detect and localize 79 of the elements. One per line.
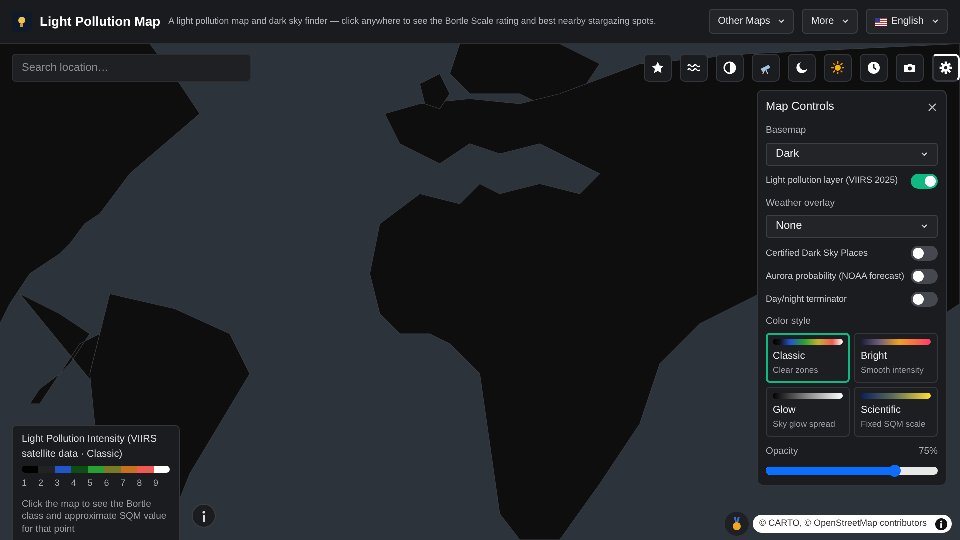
toolbar-button[interactable]	[788, 54, 816, 82]
dropdown-button[interactable]: Other Maps	[709, 9, 794, 34]
scale-number: 2	[38, 477, 44, 490]
slider-thumb[interactable]	[889, 464, 901, 477]
panel-title: Map Controls	[766, 100, 834, 115]
scale-number: 7	[120, 477, 127, 490]
toggle-label: Aurora probability (NOAA forecast)	[766, 270, 905, 283]
scale-number: 1	[22, 477, 28, 490]
toggle-label: Light pollution layer (VIIRS 2025)	[766, 174, 898, 188]
weather-label: Weather overlay	[766, 196, 836, 210]
search-field[interactable]: Search location…	[12, 54, 251, 82]
medal-icon	[732, 517, 742, 531]
medal-button[interactable]	[724, 512, 748, 536]
toggle-switch[interactable]	[911, 174, 938, 188]
app-title: Light Pollution Map	[40, 12, 161, 31]
style-name: Scientific	[861, 404, 902, 418]
opacity-label: Opacity	[766, 444, 798, 458]
toolbar-button[interactable]	[896, 54, 924, 82]
logo-icon	[12, 12, 32, 32]
caret-icon	[921, 152, 928, 156]
gradient-bar	[861, 392, 931, 399]
style-description: Sky glow spread	[773, 418, 836, 430]
toggle-switch[interactable]	[911, 246, 938, 261]
scale-number: 5	[88, 477, 94, 490]
style-name: Glow	[773, 404, 797, 418]
style-name: Classic	[773, 350, 806, 364]
clock-icon	[867, 61, 881, 75]
basemap-label: Basemap	[766, 124, 808, 138]
style-name: Bright	[861, 350, 888, 364]
style-description: Fixed SQM scale	[861, 418, 927, 430]
toolbar-button[interactable]	[644, 54, 672, 82]
scale-number: 8	[137, 477, 144, 490]
close-button[interactable]	[928, 102, 938, 113]
caret-icon	[932, 19, 939, 24]
camera-icon	[903, 61, 917, 75]
dropdown-button[interactable]: More	[802, 9, 858, 34]
info-icon[interactable]	[935, 518, 948, 530]
toggle-switch[interactable]	[911, 292, 938, 307]
style-description: Smooth intensity	[861, 364, 925, 377]
gradient-bar	[861, 339, 931, 345]
info-button[interactable]	[192, 504, 216, 528]
color-style-option[interactable]: Glow Sky glow spread	[766, 386, 850, 436]
caret-icon	[921, 224, 928, 229]
weather-select[interactable]: None	[766, 214, 938, 238]
scale-number: 6	[104, 477, 110, 490]
toggle-label: Certified Dark Sky Places	[766, 246, 868, 260]
section-label: Color style	[766, 314, 812, 329]
caret-icon	[842, 19, 850, 24]
crescent-moon-icon	[795, 61, 809, 75]
legend-note: Click the map to see the Bortle class and approximate SQM value for that point	[22, 498, 168, 537]
toolbar-button[interactable]	[716, 54, 744, 82]
gradient-bar	[773, 392, 843, 399]
opacity-value: 75%	[918, 444, 938, 458]
scale-number: 4	[71, 477, 78, 490]
attribution-text: © CARTO, © OpenStreetMap contributors	[760, 517, 927, 530]
sun-icon	[831, 61, 845, 75]
toggle-switch[interactable]	[911, 268, 938, 284]
toolbar-button[interactable]	[824, 54, 852, 82]
gradient-bar	[773, 339, 843, 345]
toggle-label: Day/night terminator	[766, 292, 848, 306]
star-icon	[651, 61, 665, 75]
caret-icon	[778, 19, 786, 24]
scale-number: 9	[154, 477, 160, 490]
app-subtitle: A light pollution map and dark sky finder — click anywhere to see the Bortle Scale rating and best nearby stargazing spots.	[168, 14, 656, 28]
scale-number: 3	[54, 477, 61, 490]
legend-title: Light Pollution Intensity (VIIRS satellite data · Classic)	[22, 433, 158, 462]
toolbar-button[interactable]	[680, 54, 708, 82]
flag-icon	[875, 18, 888, 26]
style-description: Clear zones	[773, 364, 820, 377]
color-style-option[interactable]: Classic Clear zones	[766, 333, 850, 383]
info-icon	[202, 510, 206, 522]
half-circle-icon	[723, 61, 737, 75]
dropdown-button[interactable]: English	[866, 9, 948, 34]
color-style-option[interactable]: Scientific Fixed SQM scale	[854, 386, 938, 436]
color-style-option[interactable]: Bright Smooth intensity	[854, 333, 938, 383]
toolbar-button[interactable]	[752, 54, 780, 82]
basemap-select[interactable]: Dark	[766, 142, 938, 166]
toolbar-button[interactable]	[860, 54, 888, 82]
settings-icon	[939, 61, 953, 75]
